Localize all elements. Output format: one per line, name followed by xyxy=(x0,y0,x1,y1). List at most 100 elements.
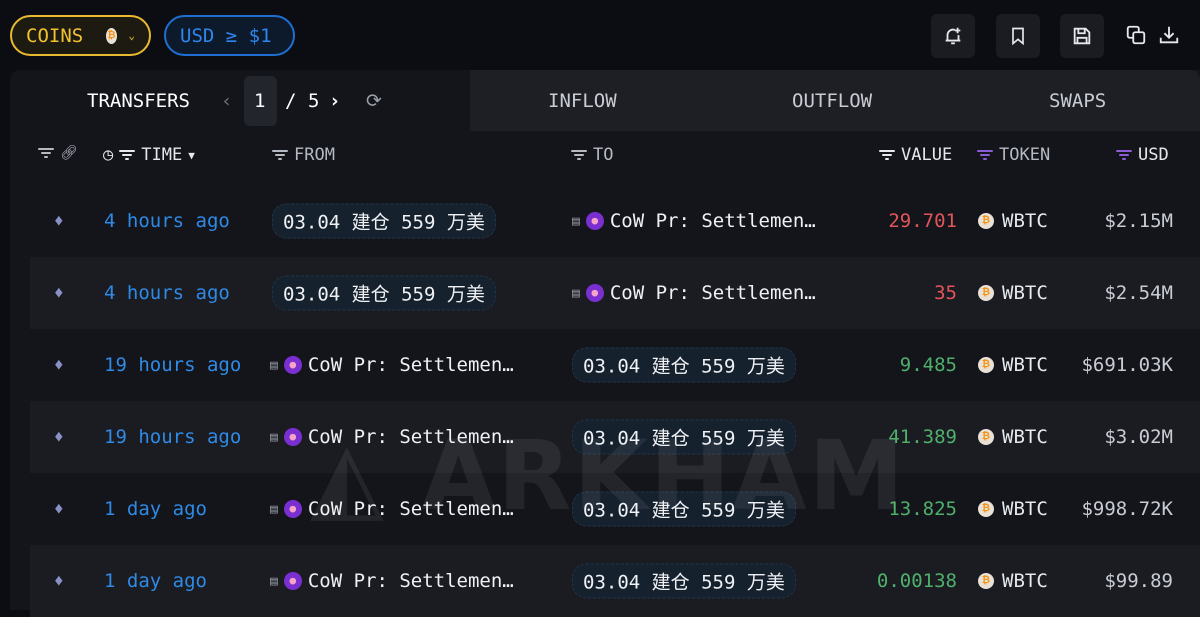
wbtc-icon: ₿ xyxy=(978,573,994,589)
table-row[interactable]: ♦ 4 hours ago 03.04 建仓 559 万美 (0… ▤●CoW … xyxy=(30,257,1200,329)
entity-link[interactable]: ▤ ● CoW Pr: Settlemen… xyxy=(270,570,514,592)
contract-icon: ▤ xyxy=(572,285,580,301)
next-page-button[interactable]: › xyxy=(329,90,340,112)
value: 13.825 xyxy=(888,498,957,520)
bitcoin-icon: ₿ xyxy=(106,27,117,44)
contract-icon: ▤ xyxy=(572,213,580,229)
time-link[interactable]: 19 hours ago xyxy=(104,354,241,376)
add-alert-button[interactable] xyxy=(931,14,975,58)
token-column-header[interactable]: TOKEN xyxy=(977,145,1050,165)
filter-icon xyxy=(571,149,587,161)
time-link[interactable]: 1 day ago xyxy=(104,498,207,520)
time-column-header[interactable]: ◷ TIME ▼ xyxy=(103,145,195,165)
entity-link[interactable]: ▤ ● CoW Pr: Settlemen… xyxy=(572,210,816,232)
entity-link[interactable]: ▤ ● CoW Pr: Settlemen… xyxy=(270,426,514,448)
token[interactable]: ₿ WBTC xyxy=(978,498,1048,520)
sort-desc-icon: ▼ xyxy=(188,148,195,162)
address-link[interactable]: 03.04 建仓 559 万美 (0… xyxy=(272,203,496,239)
table-row[interactable]: ♦ 1 day ago ▤ ● CoW Pr: Settlemen… 03.04 建… xyxy=(30,545,1200,617)
token[interactable]: ₿ WBTC xyxy=(978,426,1048,448)
time-link[interactable]: 4 hours ago xyxy=(104,282,230,304)
filter-icon xyxy=(1116,149,1132,161)
tab-outflow[interactable]: OUTFLOW xyxy=(792,90,872,112)
wbtc-icon: ₿ xyxy=(978,429,994,445)
chevron-down-icon: ⌄ xyxy=(128,29,135,42)
download-button[interactable] xyxy=(1154,20,1184,50)
page-total: 5 xyxy=(308,90,320,112)
usd-column-header[interactable]: USD xyxy=(1116,145,1169,165)
entity-link[interactable]: ▤ ● CoW Pr: Settlemen… xyxy=(270,498,514,520)
value: 9.485 xyxy=(899,354,957,376)
token[interactable]: ₿ WBTC xyxy=(978,210,1048,232)
value: 35 xyxy=(934,282,957,304)
contract-icon: ▤ xyxy=(270,573,278,589)
usd-value: $2.54M xyxy=(1104,282,1173,304)
save-button[interactable] xyxy=(1060,14,1104,58)
value-column-header[interactable]: VALUE xyxy=(879,145,952,165)
page-separator: / xyxy=(285,90,297,112)
usd-value: $691.03K xyxy=(1081,354,1173,376)
table-row[interactable]: ♦ 4 hours ago 03.04 建仓 559 万美 (0… ▤●CoW … xyxy=(30,185,1200,257)
cow-protocol-icon: ● xyxy=(585,284,604,302)
chain-filter[interactable]: 🔗︎ xyxy=(38,145,78,161)
ethereum-icon: ♦ xyxy=(54,211,64,231)
clock-icon: ◷ xyxy=(103,145,114,165)
usd-value: $3.02M xyxy=(1104,426,1173,448)
time-link[interactable]: 19 hours ago xyxy=(104,426,241,448)
wbtc-icon: ₿ xyxy=(978,213,994,229)
coins-filter[interactable]: COINS ₿ ⌄ xyxy=(10,15,151,56)
filter-icon xyxy=(879,149,895,161)
bell-plus-icon xyxy=(945,27,961,45)
top-bar: COINS ₿ ⌄ USD ≥ $1 xyxy=(0,0,1200,70)
usd-value: $2.15M xyxy=(1104,210,1173,232)
tab-inflow[interactable]: INFLOW xyxy=(548,90,617,112)
ethereum-icon: ♦ xyxy=(54,499,64,519)
table-row[interactable]: ♦ 19 hours ago ▤ ● CoW Pr: Settlemen… 03.0… xyxy=(30,329,1200,401)
address-link[interactable]: 03.04 建仓 559 万美 (0… xyxy=(272,275,496,311)
filter-icon xyxy=(272,149,288,161)
entity-link[interactable]: ▤ ● CoW Pr: Settlemen… xyxy=(270,354,514,376)
copy-icon xyxy=(1126,25,1146,45)
cow-protocol-icon: ● xyxy=(283,356,302,374)
tab-transfers[interactable]: TRANSFERS xyxy=(87,90,190,112)
usd-value: $998.72K xyxy=(1081,498,1173,520)
filter-icon xyxy=(977,149,993,161)
usd-value: $99.89 xyxy=(1104,570,1173,592)
token[interactable]: ₿ WBTC xyxy=(978,354,1048,376)
ethereum-icon: ♦ xyxy=(54,571,64,591)
download-icon xyxy=(1159,26,1179,44)
to-column-header[interactable]: TO xyxy=(571,145,613,165)
tab-swaps[interactable]: SWAPS xyxy=(1049,90,1106,112)
bookmark-button[interactable] xyxy=(996,14,1040,58)
time-link[interactable]: 1 day ago xyxy=(104,570,207,592)
refresh-icon[interactable]: ⟳ xyxy=(366,90,382,112)
bookmark-icon xyxy=(1012,27,1024,46)
filter-icon xyxy=(38,147,54,159)
save-icon xyxy=(1073,27,1091,45)
page-current[interactable]: 1 xyxy=(254,90,265,112)
ethereum-icon: ♦ xyxy=(54,355,64,375)
prev-page-button[interactable]: ‹ xyxy=(221,90,232,112)
cow-protocol-icon: ● xyxy=(283,428,302,446)
address-link[interactable]: 03.04 建仓 559 万美 (0… xyxy=(572,419,796,455)
address-link[interactable]: 03.04 建仓 559 万美 (0… xyxy=(572,563,796,599)
value: 29.701 xyxy=(888,210,957,232)
wbtc-icon: ₿ xyxy=(978,357,994,373)
address-link[interactable]: 03.04 建仓 559 万美 (0… xyxy=(572,347,796,383)
wbtc-icon: ₿ xyxy=(978,501,994,517)
entity-link[interactable]: ▤ ● CoW Pr: Settlemen… xyxy=(572,282,816,304)
copy-button[interactable] xyxy=(1121,20,1151,50)
contract-icon: ▤ xyxy=(270,357,278,373)
table-row[interactable]: ♦ 1 day ago ▤ ● CoW Pr: Settlemen… 03.04 建… xyxy=(30,473,1200,545)
token[interactable]: ₿ WBTC xyxy=(978,570,1048,592)
token[interactable]: ₿ WBTC xyxy=(978,282,1048,304)
cow-protocol-icon: ● xyxy=(283,500,302,518)
address-link[interactable]: 03.04 建仓 559 万美 (0… xyxy=(572,491,796,527)
time-link[interactable]: 4 hours ago xyxy=(104,210,230,232)
usd-filter[interactable]: USD ≥ $1 xyxy=(164,15,295,56)
contract-icon: ▤ xyxy=(270,429,278,445)
filter-icon xyxy=(119,149,136,161)
value: 0.00138 xyxy=(876,570,957,592)
from-column-header[interactable]: FROM xyxy=(272,145,335,165)
table-row[interactable]: ♦ 19 hours ago ▤ ● CoW Pr: Settlemen… 03.0… xyxy=(30,401,1200,473)
